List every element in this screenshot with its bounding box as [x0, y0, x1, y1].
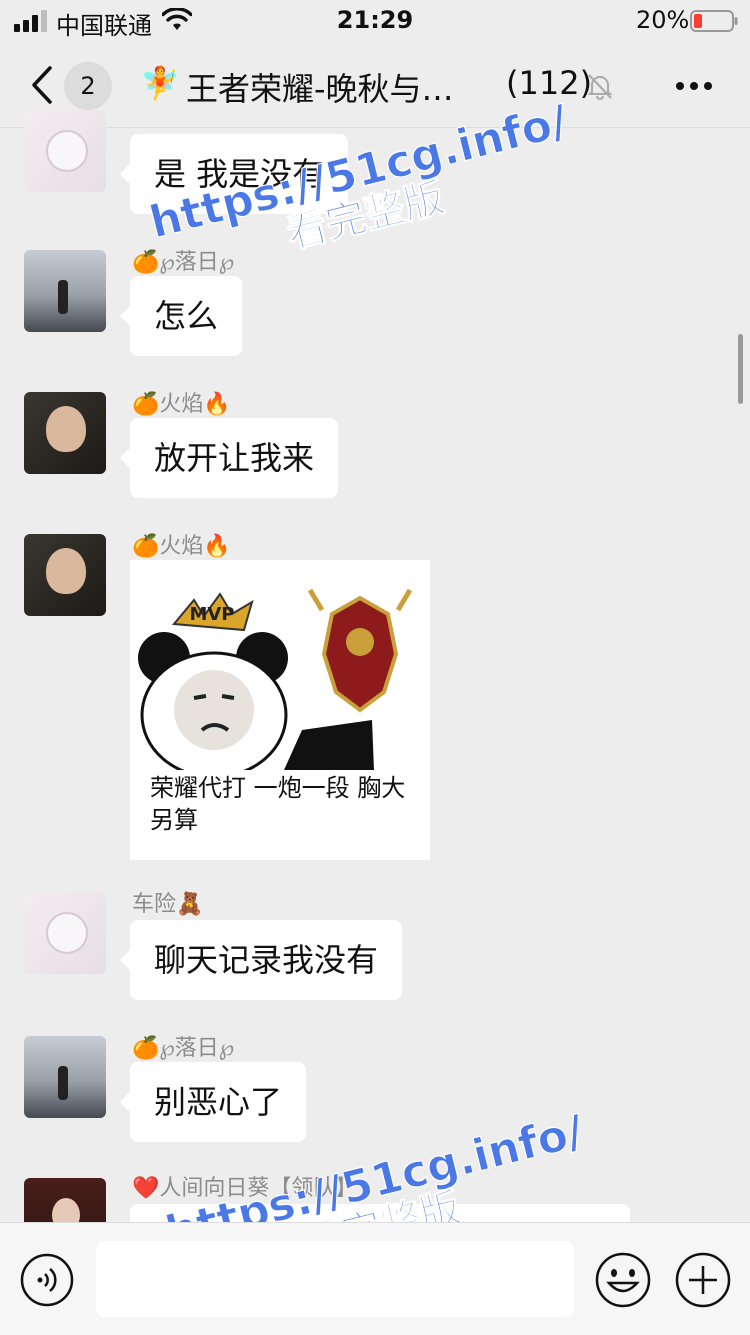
- sender-name: 🍊℘落日℘: [132, 250, 235, 275]
- group-emoji: 🧚: [140, 64, 180, 102]
- message-bubble[interactable]: 聊天记录我没有: [119, 920, 403, 1000]
- scrollbar[interactable]: [738, 334, 743, 404]
- chat-title[interactable]: 王者荣耀-晚秋与…: [186, 64, 454, 110]
- more-icon[interactable]: [672, 68, 716, 104]
- message-bubble[interactable]: 是 我是没有: [119, 134, 349, 214]
- avatar[interactable]: [24, 392, 106, 474]
- message-bubble[interactable]: 别恶心了: [119, 1062, 307, 1142]
- panda-meme-icon: MVP: [138, 588, 413, 770]
- battery-percent: 20%: [636, 6, 690, 34]
- sticker-image[interactable]: MVP 荣耀代打 一炮一段 胸大另算: [130, 560, 430, 860]
- avatar[interactable]: [24, 534, 106, 616]
- sticker-caption: 荣耀代打 一炮一段 胸大另算: [150, 774, 406, 834]
- status-bar: 中国联通 21:29 20%: [0, 0, 750, 44]
- avatar[interactable]: [24, 892, 106, 974]
- sender-name: 🍊火焰🔥: [132, 392, 231, 417]
- sticker-badge-text: MVP: [189, 604, 234, 625]
- sender-name: 🍊火焰🔥: [132, 534, 231, 559]
- sender-name: 🍊℘落日℘: [132, 1036, 235, 1061]
- plus-icon[interactable]: [674, 1251, 732, 1309]
- emoji-icon[interactable]: [594, 1251, 652, 1309]
- message-input[interactable]: [96, 1241, 574, 1317]
- back-chevron-icon[interactable]: [28, 64, 58, 106]
- avatar[interactable]: [24, 1036, 106, 1118]
- avatar[interactable]: [24, 250, 106, 332]
- message-bubble[interactable]: 放开让我来: [119, 418, 339, 498]
- message-bubble[interactable]: [120, 1204, 630, 1254]
- unread-badge[interactable]: 2: [64, 62, 112, 110]
- sender-name: 车险🧸: [132, 892, 204, 917]
- voice-icon[interactable]: [20, 1253, 74, 1307]
- mute-bell-icon: [587, 74, 613, 100]
- input-bar: [0, 1222, 750, 1335]
- chat-header: 2 🧚 王者荣耀-晚秋与… (112): [0, 44, 750, 128]
- avatar[interactable]: [24, 110, 106, 192]
- message-bubble[interactable]: 怎么: [119, 276, 243, 356]
- battery-icon: [690, 10, 738, 32]
- member-count: (112): [506, 64, 593, 102]
- sender-name: ❤️人间向日葵【领队】: [132, 1176, 358, 1201]
